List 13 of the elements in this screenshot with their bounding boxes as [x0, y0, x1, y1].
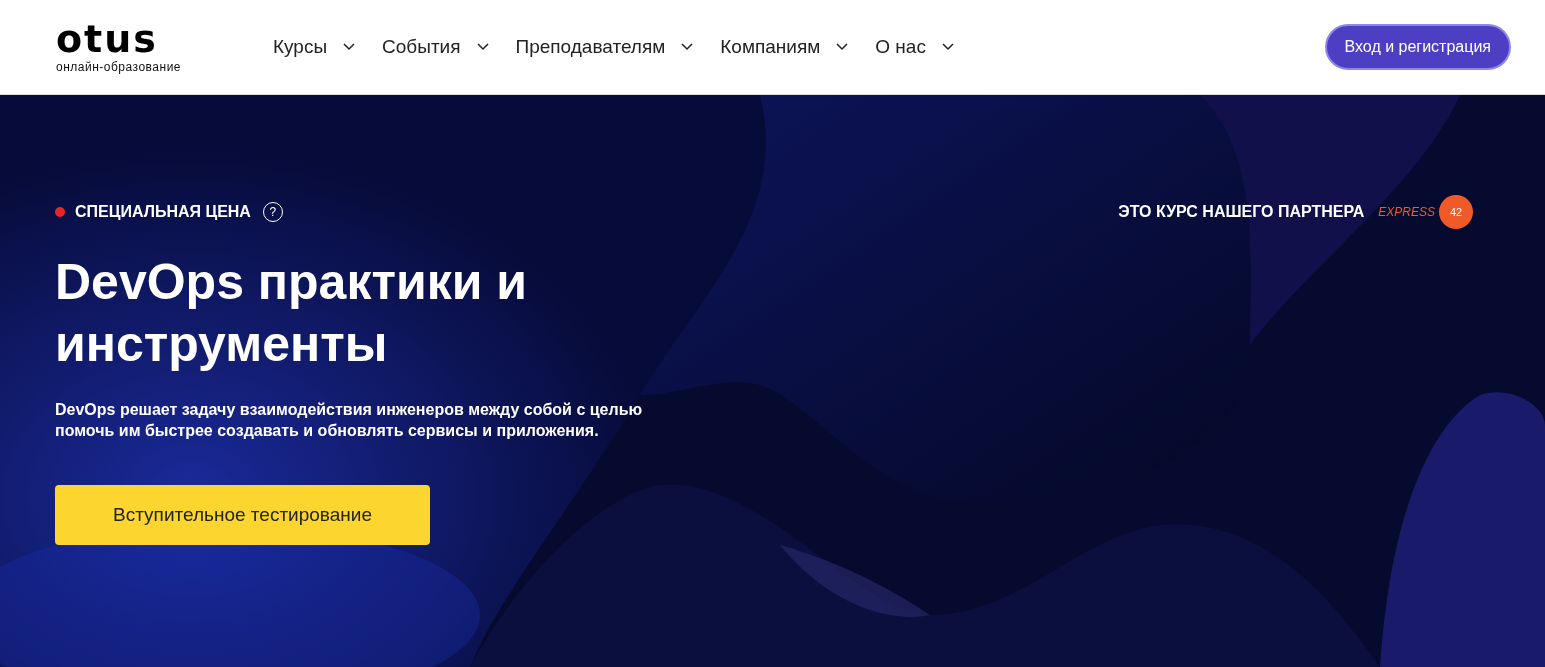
nav-link[interactable]: События — [382, 36, 489, 58]
nav-link[interactable]: Курсы — [273, 36, 356, 58]
partner-label: ЭТО КУРС НАШЕГО ПАРТНЕРА — [1118, 203, 1365, 221]
nav-link[interactable]: Компаниям — [720, 36, 849, 58]
price-label: СПЕЦИАЛЬНАЯ ЦЕНА — [75, 203, 251, 221]
nav-link[interactable]: Преподавателям — [515, 36, 694, 58]
test-button[interactable]: Вступительное тестирование — [55, 485, 430, 545]
logo[interactable]: otus онлайн-образование — [56, 20, 206, 74]
login-button[interactable]: Вход и регистрация — [1324, 24, 1511, 70]
nav-link[interactable]: О нас — [875, 36, 954, 58]
hero-description: DevOps решает задачу взаимодействия инженеров между собой с целью помочь им быстрее создавать и обновлять сервисы и приложения. — [55, 400, 644, 441]
partner-logo: EXPRESS 42 — [1378, 195, 1473, 229]
hero-title: DevOps практики и инструменты — [55, 253, 529, 374]
